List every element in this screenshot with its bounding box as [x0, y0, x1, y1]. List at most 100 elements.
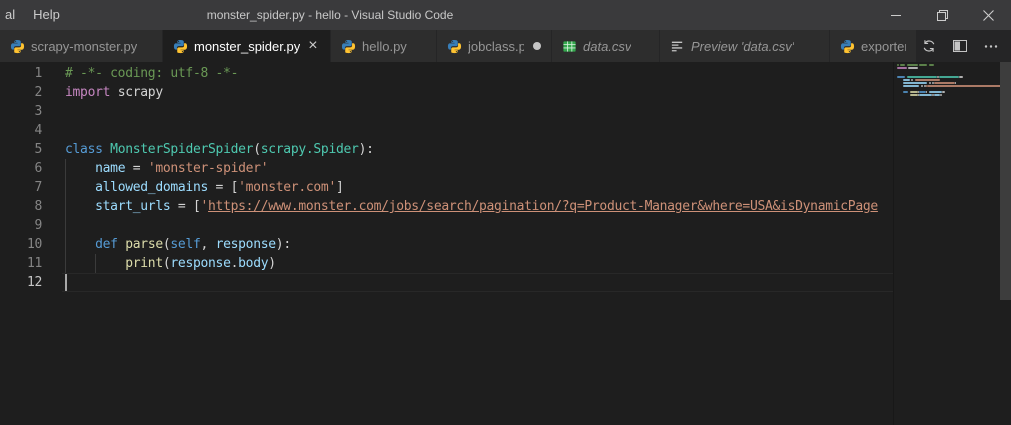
token-keyword2: def [95, 237, 118, 252]
tab-scrapy-monster-py[interactable]: scrapy-monster.py [0, 30, 163, 62]
token-string: 'monster.com' [238, 180, 336, 195]
token-comment: # -*- coding: utf-8 -*- [65, 66, 239, 81]
line-number: 11 [26, 256, 42, 271]
synchronize-changes-button[interactable] [919, 36, 939, 56]
line-number: 6 [34, 161, 42, 176]
line-number: 2 [34, 85, 42, 100]
code-line-content[interactable] [62, 273, 893, 292]
tab-jobclass-py[interactable]: jobclass.py [437, 30, 552, 62]
tab-label: jobclass.py [468, 38, 524, 54]
token-plain: . [230, 256, 239, 271]
close-button[interactable] [965, 0, 1011, 30]
code-line-6: 6 name = 'monster-spider' [0, 159, 893, 178]
code-line-content[interactable]: name = 'monster-spider' [62, 159, 893, 178]
code-line-content[interactable]: class MonsterSpiderSpider(scrapy.Spider)… [62, 140, 893, 159]
minimap-segment [909, 90, 918, 93]
minimap-segment [903, 78, 910, 81]
minimap-segment [928, 90, 942, 93]
token-plain: = [125, 161, 148, 176]
code-line-content[interactable]: import scrapy [62, 83, 893, 102]
minimap-segment [941, 90, 945, 93]
token-plain: = [ [170, 199, 201, 214]
token-keyword: import [65, 85, 111, 100]
line-number: 9 [34, 218, 42, 233]
token-var: response [215, 237, 277, 252]
minimize-button[interactable] [873, 0, 919, 30]
tab-label: exporters. [861, 38, 906, 54]
split-editor-button[interactable] [950, 36, 970, 56]
tab-preview-data-csv[interactable]: Preview 'data.csv' [660, 30, 830, 62]
tab-close-icon[interactable]: × [308, 38, 317, 54]
tab-data-csv[interactable]: data.csv [552, 30, 660, 62]
token-var: start_urls [95, 199, 171, 214]
code-line-content[interactable] [62, 102, 893, 121]
code-line-2: 2 import scrapy [0, 83, 893, 102]
code-line-content[interactable] [62, 216, 893, 235]
minimap-segment [927, 84, 1000, 87]
window-title: monster_spider.py - hello - Visual Studi… [206, 8, 454, 22]
code-line-4: 4 [0, 121, 893, 140]
minimap-segment [909, 93, 918, 96]
token-var: allowed_domains [95, 180, 209, 195]
line-number: 4 [34, 123, 42, 138]
python-file-icon [173, 39, 188, 54]
minimap-segment [919, 93, 933, 96]
tab-label: hello.py [362, 38, 407, 54]
token-link: https://www.monster.com/jobs/search/pagi… [208, 199, 878, 214]
token-func: parse [125, 237, 163, 252]
tab-hello-py[interactable]: hello.py [331, 30, 437, 62]
minimap[interactable] [897, 63, 1000, 263]
code-line-content[interactable]: start_urls = ['https://www.monster.com/j… [62, 197, 893, 216]
code-line-8: 8 start_urls = ['https://www.monster.com… [0, 197, 893, 216]
ellipsis-icon [983, 38, 999, 54]
editor-actions [917, 30, 1011, 62]
token-func: print [125, 256, 163, 271]
sync-icon [921, 38, 937, 54]
scrollbar-thumb[interactable] [1000, 62, 1011, 300]
restore-icon [936, 9, 948, 21]
code-line-9: 9 [0, 216, 893, 235]
minimap-segment [897, 66, 907, 69]
line-number: 7 [34, 180, 42, 195]
restore-button[interactable] [919, 0, 965, 30]
tab-monster-spider-py[interactable]: monster_spider.py × [163, 30, 331, 62]
minimap-segment [938, 75, 960, 78]
tab-bar: scrapy-monster.py monster_spider.py × hello… [0, 30, 1011, 62]
minimap-segment [906, 63, 918, 66]
minimap-segment [933, 81, 955, 84]
preview-file-icon [670, 39, 685, 54]
code-line-content[interactable]: # -*- coding: utf-8 -*- [62, 64, 893, 83]
token-string: ' [200, 199, 209, 214]
line-number: 3 [34, 104, 42, 119]
close-icon [982, 9, 994, 21]
token-plain: ] [335, 180, 344, 195]
tab-exporters[interactable]: exporters. [830, 30, 917, 62]
python-file-icon [10, 39, 25, 54]
tab-label: Preview 'data.csv' [691, 38, 795, 54]
token-self: self [170, 237, 201, 252]
token-plain: scrapy [110, 85, 163, 100]
line-number: 12 [26, 275, 42, 290]
menu-item-help[interactable]: Help [24, 0, 69, 30]
token-plain: ): [275, 237, 291, 252]
more-actions-button[interactable] [981, 36, 1001, 56]
minimap-segment [919, 63, 928, 66]
token-var: response [170, 256, 231, 271]
window-controls [873, 0, 1011, 30]
code-line-content[interactable]: def parse(self, response): [62, 235, 893, 254]
minimap-segment [959, 75, 963, 78]
minimap-segment [897, 94, 910, 96]
csv-file-icon [562, 39, 577, 54]
line-number: 5 [34, 142, 42, 157]
code-editor[interactable]: 1 # -*- coding: utf-8 -*- 2 import scrapy 3 4… [0, 62, 893, 425]
code-line-content[interactable] [62, 121, 893, 140]
code-line-content[interactable]: print(response.body) [62, 254, 893, 273]
token-plain: = [ [208, 180, 239, 195]
line-number: 10 [26, 237, 42, 252]
menu-item-terminal-partial[interactable]: al [0, 0, 24, 30]
token-plain: ) [268, 256, 276, 271]
code-line-content[interactable]: allowed_domains = ['monster.com'] [62, 178, 893, 197]
